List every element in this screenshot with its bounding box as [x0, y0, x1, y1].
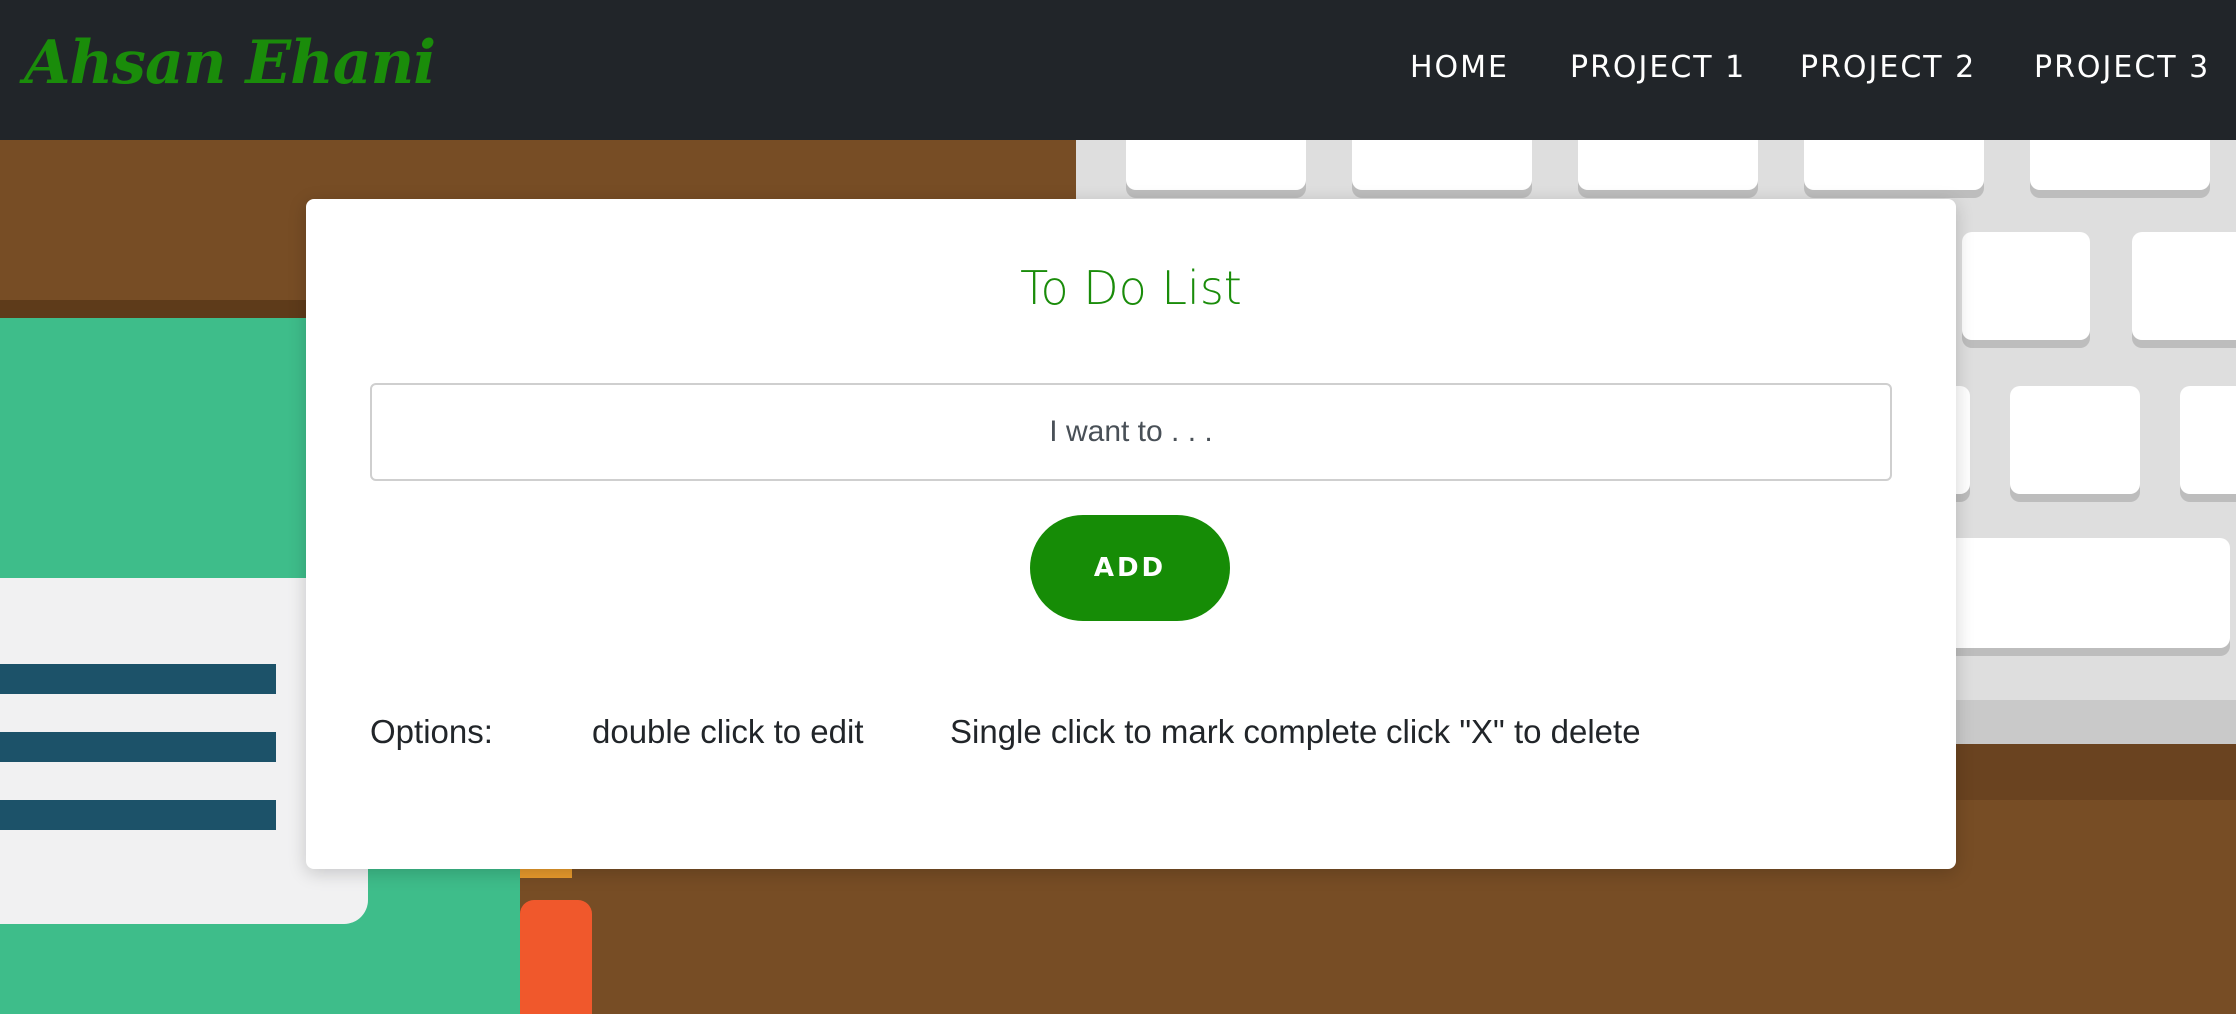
nav-link-project-2[interactable]: PROJECT 2: [1800, 50, 1976, 85]
nav-link-home[interactable]: HOME: [1410, 50, 1509, 85]
document-line: [0, 800, 276, 830]
brand-logo[interactable]: Ahsan Ehani: [24, 28, 436, 98]
option-delete-hint: click "X" to delete: [1386, 713, 1641, 750]
todo-card: To Do List ADD Options: double click to …: [306, 199, 1956, 869]
keyboard-key: [1804, 140, 1984, 190]
keyboard-key: [1126, 140, 1306, 190]
keyboard-key: [1578, 140, 1758, 190]
keyboard-key: [2180, 386, 2236, 494]
todo-input[interactable]: [370, 383, 1892, 481]
keyboard-key: [2010, 386, 2140, 494]
option-complete-hint: Single click to mark complete: [950, 713, 1378, 750]
keyboard-key: [2132, 232, 2236, 340]
option-edit-hint: double click to edit: [592, 713, 864, 750]
options-row: Options: double click to edit Single cli…: [370, 713, 1930, 753]
keyboard-key: [1962, 232, 2090, 340]
nav-link-project-1[interactable]: PROJECT 1: [1570, 50, 1746, 85]
orange-block-illustration: [520, 900, 592, 1014]
add-button[interactable]: ADD: [1030, 515, 1230, 621]
keyboard-key: [1352, 140, 1532, 190]
options-label: Options:: [370, 713, 493, 750]
keyboard-key: [2030, 140, 2210, 190]
todo-title: To Do List: [1020, 261, 1242, 315]
navbar: Ahsan Ehani HOME PROJECT 1 PROJECT 2 PRO…: [0, 0, 2236, 140]
keyboard-key: [1940, 538, 2230, 648]
nav-link-project-3[interactable]: PROJECT 3: [2034, 50, 2210, 85]
document-line: [0, 732, 276, 762]
document-line: [0, 664, 276, 694]
